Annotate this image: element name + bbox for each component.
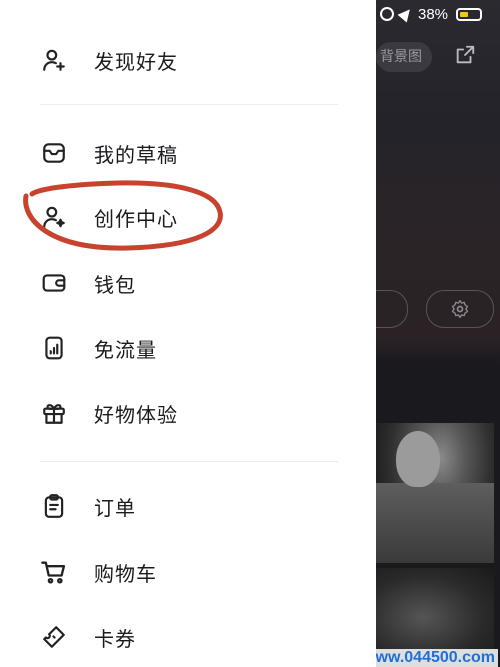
menu-item-wallet[interactable]: 钱包 xyxy=(40,263,136,303)
menu-item-label: 购物车 xyxy=(94,561,157,586)
background-image-button[interactable]: 背景图 xyxy=(376,42,432,72)
gear-icon xyxy=(451,300,469,318)
screen-lock-icon xyxy=(380,7,394,21)
divider xyxy=(40,104,338,105)
menu-item-coupons[interactable]: 卡券 xyxy=(40,617,136,657)
menu-item-orders[interactable]: 订单 xyxy=(40,486,136,526)
data-free-icon xyxy=(40,334,68,362)
side-drawer: 发现好友 我的草稿 创作中心 钱包 免流量 好物体验 订单 购物车 卡券 xyxy=(0,0,376,667)
wallet-icon xyxy=(40,269,68,297)
gift-icon xyxy=(40,399,68,427)
battery-percent: 38% xyxy=(418,5,449,23)
menu-item-drafts[interactable]: 我的草稿 xyxy=(40,133,178,173)
status-bar: 38% xyxy=(380,4,494,24)
profile-action-pill[interactable] xyxy=(376,290,408,328)
share-icon[interactable] xyxy=(454,44,476,66)
menu-item-label: 订单 xyxy=(94,495,136,520)
coupon-icon xyxy=(40,623,68,651)
menu-item-good-products[interactable]: 好物体验 xyxy=(40,393,178,433)
location-icon xyxy=(397,5,415,23)
menu-item-find-friends[interactable]: 发现好友 xyxy=(40,40,178,80)
menu-item-label: 发现好友 xyxy=(94,49,178,74)
clipboard-icon xyxy=(40,492,68,520)
menu-item-creator-center[interactable]: 创作中心 xyxy=(40,197,178,237)
cart-icon xyxy=(40,558,68,586)
drafts-tray-icon xyxy=(40,139,68,167)
add-person-icon xyxy=(40,46,68,74)
menu-item-label: 免流量 xyxy=(94,337,157,362)
watermark: www.044500.com xyxy=(376,649,498,667)
menu-item-label: 钱包 xyxy=(94,272,136,297)
divider xyxy=(40,461,338,462)
background-page: 38% 背景图 www.044500.com xyxy=(376,0,500,667)
battery-icon xyxy=(456,7,483,21)
settings-button[interactable] xyxy=(426,290,494,328)
menu-item-label: 卡券 xyxy=(94,626,136,651)
menu-item-cart[interactable]: 购物车 xyxy=(40,552,157,592)
creator-person-icon xyxy=(40,203,68,231)
menu-item-label: 创作中心 xyxy=(94,206,178,231)
menu-item-data-free[interactable]: 免流量 xyxy=(40,328,157,368)
video-thumbnail[interactable] xyxy=(376,423,494,563)
menu-item-label: 好物体验 xyxy=(94,402,178,427)
menu-item-label: 我的草稿 xyxy=(94,142,178,167)
